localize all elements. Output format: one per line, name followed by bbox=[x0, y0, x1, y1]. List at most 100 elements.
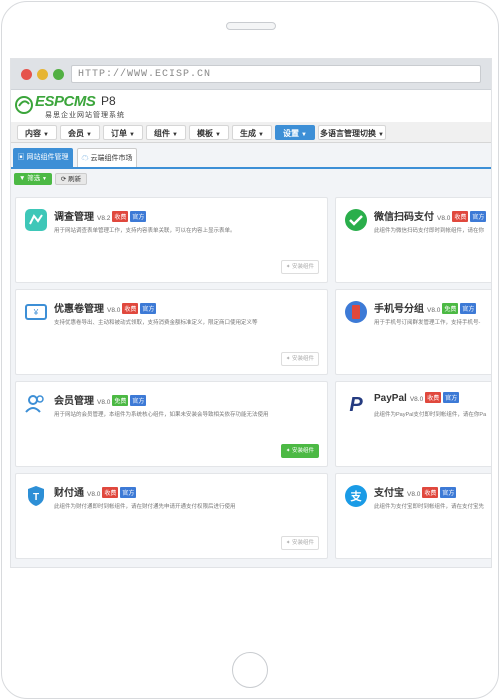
refresh-button[interactable]: ⟳ 刷新 bbox=[55, 173, 87, 185]
plugin-title: 调查管理 V8.2 收费 官方 bbox=[54, 208, 147, 223]
plugin-description: 支持优惠卷导出、主动和被动式领取，支持消费金额标准定义，限定商口使用定义等 bbox=[54, 320, 258, 326]
svg-text:¥: ¥ bbox=[33, 308, 39, 317]
nav-item-language-switch[interactable]: 多语言管理切换 ▼ bbox=[318, 125, 386, 140]
plugin-name: 会员管理 bbox=[54, 396, 94, 407]
plugin-card-survey: 调查管理 V8.2 收费 官方 用于网站调查表单管理工作，支持内容表单关联，可以在内容… bbox=[15, 197, 328, 283]
svg-text:支: 支 bbox=[350, 489, 363, 503]
plugin-version: V8.0 bbox=[87, 491, 101, 498]
logo-brand: ESPCMS bbox=[35, 93, 96, 110]
tab-cloud-market[interactable]: ☁ 云端组件市场 bbox=[77, 148, 137, 167]
address-bar[interactable]: HTTP://WWW.ECISP.CN bbox=[71, 65, 481, 83]
tablet-mockup: HTTP://WWW.ECISP.CN ESPCMS P8 易思企业网站管理系统… bbox=[0, 0, 500, 700]
install-label: 安装组件 bbox=[291, 540, 314, 546]
price-badge: 免费 bbox=[112, 395, 129, 406]
espcms-logo-icon bbox=[15, 96, 33, 114]
plugin-title: 财付通 V8.0 收费 官方 bbox=[54, 484, 137, 499]
plugin-version: V8.2 bbox=[97, 215, 111, 222]
logo-subtitle: 易思企业网站管理系统 bbox=[45, 112, 125, 119]
browser-toolbar: HTTP://WWW.ECISP.CN bbox=[11, 59, 491, 90]
nav-item-components[interactable]: 组件 ▼ bbox=[146, 125, 186, 140]
chevron-down-icon: ▼ bbox=[86, 132, 92, 138]
nav-label: 模板 bbox=[197, 129, 214, 138]
plugin-description: 此组件为支付宝即时到帐组件，请在支付宝先 bbox=[374, 504, 485, 510]
maximize-window-dot[interactable] bbox=[53, 69, 64, 80]
nav-label: 会员 bbox=[68, 129, 85, 138]
tablet-speaker bbox=[226, 22, 276, 30]
plugin-title: 微信扫码支付 V8.0 收费 官方 bbox=[374, 208, 487, 223]
tablet-home-button[interactable] bbox=[232, 652, 268, 688]
plugin-version: V8.0 bbox=[409, 396, 424, 403]
nav-item-generate[interactable]: 生成 ▼ bbox=[232, 125, 272, 140]
nav-item-members[interactable]: 会员 ▼ bbox=[60, 125, 100, 140]
nav-label: 订单 bbox=[111, 129, 128, 138]
plugin-version: V8.0 bbox=[427, 307, 441, 314]
chevron-down-icon: ▼ bbox=[378, 132, 384, 138]
minimize-window-dot[interactable] bbox=[37, 69, 48, 80]
price-badge: 收费 bbox=[112, 211, 129, 222]
plugin-card-wechat-pay: 微信扫码支付 V8.0 收费 官方 此组件为微信扫码支付即时到帐组件，请在你 bbox=[335, 197, 491, 283]
price-badge: 收费 bbox=[452, 211, 469, 222]
install-button[interactable]: ✦ 安装组件 bbox=[280, 352, 319, 366]
plugin-description: 用于网站调查表单管理工作，支持内容表单关联，可以在内容上显示表单。 bbox=[54, 228, 236, 234]
wechat-pay-icon bbox=[345, 209, 367, 231]
svg-text:P: P bbox=[349, 394, 363, 416]
nav-item-orders[interactable]: 订单 ▼ bbox=[103, 125, 143, 140]
chevron-down-icon: ▼ bbox=[172, 132, 178, 138]
tab-site-components[interactable]: ▣ 网站组件管理 bbox=[13, 148, 73, 167]
install-button[interactable]: ✦ 安装组件 bbox=[280, 444, 319, 458]
close-window-dot[interactable] bbox=[21, 69, 32, 80]
nav-label: 生成 bbox=[240, 129, 257, 138]
nav-label: 多语言管理切换 bbox=[320, 129, 377, 138]
plugin-card-members: 会员管理 V8.0 免费 官方 用于网站的会员管理，本组件为系统核心组件，如果未安装会… bbox=[15, 381, 328, 467]
plugin-version: V8.0 bbox=[97, 399, 111, 406]
nav-item-settings[interactable]: 设置 ▼ bbox=[275, 125, 315, 140]
logo-version: P8 bbox=[101, 94, 116, 108]
plugin-version: V8.0 bbox=[437, 215, 451, 222]
plugin-name: PayPal bbox=[374, 393, 407, 404]
plugin-description: 此组件为PayPal支付即时到帐组件，请在你Pa bbox=[374, 412, 487, 418]
plugin-title: 会员管理 V8.0 免费 官方 bbox=[54, 392, 147, 407]
screen: HTTP://WWW.ECISP.CN ESPCMS P8 易思企业网站管理系统… bbox=[10, 58, 492, 568]
phone-group-icon bbox=[345, 301, 367, 323]
plugin-description: 用于手机号订阅群发管理工作，支持手机号- bbox=[374, 320, 481, 326]
official-badge: 官方 bbox=[140, 303, 157, 314]
paypal-icon: P bbox=[349, 394, 363, 416]
plugin-name: 调查管理 bbox=[54, 212, 94, 223]
nav-item-content[interactable]: 内容 ▼ bbox=[17, 125, 57, 140]
plugin-name: 手机号分组 bbox=[374, 304, 424, 315]
plugin-title: 支付宝 V8.0 收费 官方 bbox=[374, 484, 457, 499]
chevron-down-icon: ▼ bbox=[215, 132, 221, 138]
coupon-icon: ¥ bbox=[25, 304, 47, 320]
price-badge: 收费 bbox=[422, 487, 439, 498]
plugin-name: 财付通 bbox=[54, 488, 84, 499]
official-badge: 官方 bbox=[470, 211, 487, 222]
svg-text:T: T bbox=[33, 492, 39, 503]
price-badge: 免费 bbox=[442, 303, 459, 314]
plugin-description: 此组件为财付通即时到帐组件，请在财付通先申请开通支付权限后进行使用 bbox=[54, 504, 236, 510]
plugin-card-tenpay: T 财付通 V8.0 收费 官方 此组件为财付通即时到帐组件，请在财付通先申请开通支付… bbox=[15, 473, 328, 559]
plugin-description: 用于网站的会员管理，本组件为系统核心组件，如果未安装会导致相关依存功能无法使用 bbox=[54, 412, 269, 418]
plugin-description: 此组件为微信扫码支付即时到帐组件，请在你 bbox=[374, 228, 485, 234]
tenpay-icon: T bbox=[28, 486, 44, 506]
alipay-icon: 支 bbox=[345, 485, 367, 507]
survey-icon bbox=[25, 209, 47, 231]
plugin-version: V8.0 bbox=[107, 307, 121, 314]
filter-label: 筛选 bbox=[27, 175, 41, 182]
official-badge: 官方 bbox=[440, 487, 457, 498]
plugin-title: 手机号分组 V8.0 免费 官方 bbox=[374, 300, 477, 315]
install-label: 安装组件 bbox=[291, 356, 314, 362]
filter-button[interactable]: ▼ 筛选 ▼ bbox=[14, 173, 52, 185]
chevron-down-icon: ▼ bbox=[43, 132, 49, 138]
nav-item-templates[interactable]: 模板 ▼ bbox=[189, 125, 229, 140]
official-badge: 官方 bbox=[130, 211, 147, 222]
install-button[interactable]: ✦ 安装组件 bbox=[280, 260, 319, 274]
chevron-down-icon: ▼ bbox=[301, 132, 307, 138]
install-button[interactable]: ✦ 安装组件 bbox=[280, 536, 319, 550]
price-badge: 收费 bbox=[425, 392, 442, 403]
filter-icon: ▼ bbox=[18, 175, 28, 182]
chevron-down-icon: ▼ bbox=[42, 176, 47, 182]
tab-label: 网站组件管理 bbox=[26, 154, 69, 161]
nav-label: 内容 bbox=[25, 129, 42, 138]
nav-label: 组件 bbox=[154, 129, 171, 138]
plugin-card-paypal: P PayPal V8.0 收费 官方 此组件为PayPal支付即时到帐组件，请在你P… bbox=[335, 381, 491, 467]
